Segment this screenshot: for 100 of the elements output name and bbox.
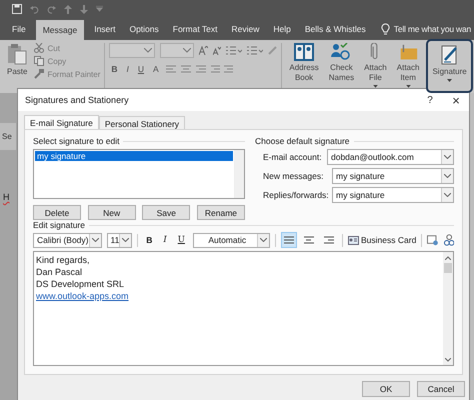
shrink-font-icon[interactable] — [213, 46, 222, 55]
dialog-button[interactable]: Rename — [196, 205, 245, 220]
scrollbar[interactable] — [443, 252, 453, 365]
chevron-icon — [92, 238, 98, 242]
down-arrow-icon[interactable] — [80, 4, 88, 14]
ribbon-tab[interactable]: Format Text — [166, 18, 224, 40]
ribbon-button[interactable]: Check Names — [326, 43, 358, 88]
dropdown-field[interactable]: my signature — [332, 187, 454, 203]
color-dropdown[interactable]: Automatic — [192, 232, 270, 248]
dialog-title: Signatures and Stationery — [25, 95, 129, 105]
ribbon-tab[interactable]: Message — [36, 20, 84, 40]
dialog-button[interactable]: Save — [142, 205, 190, 220]
ribbon-tab[interactable]: Insert — [87, 18, 122, 40]
group-title: Select signature to edit — [33, 136, 120, 146]
up-arrow-icon[interactable] — [64, 4, 72, 14]
align-right-icon — [324, 236, 334, 244]
ribbon-button[interactable]: Attach Item — [394, 43, 422, 88]
tell-me-field[interactable]: Tell me what you wan — [394, 18, 472, 40]
paperclip-icon — [370, 43, 380, 62]
align-left-icon[interactable] — [166, 65, 176, 73]
chevron-icon — [260, 238, 268, 242]
clipboard-icon — [7, 43, 28, 65]
chevron-icon — [444, 155, 451, 159]
redo-icon[interactable] — [47, 4, 56, 14]
insert-picture-icon[interactable] — [427, 234, 439, 246]
scroll-thumb[interactable] — [444, 263, 452, 273]
underline-button[interactable]: U — [174, 235, 188, 245]
dialog-button[interactable]: Delete — [33, 205, 81, 220]
ribbon-tab[interactable]: Review — [224, 18, 266, 40]
font-size-dropdown[interactable]: 11 — [106, 232, 132, 248]
ribbon-tab[interactable]: File — [5, 18, 33, 40]
chevron-icon — [122, 238, 130, 242]
align-left-icon — [284, 236, 294, 244]
italic-button[interactable]: I — [160, 235, 170, 245]
align-button[interactable] — [281, 232, 297, 248]
scroll-down-icon[interactable] — [445, 358, 451, 362]
address-book-icon — [294, 43, 314, 61]
chevron-icon — [444, 174, 451, 178]
signature-icon — [440, 45, 459, 65]
ribbon-tab[interactable]: Help — [266, 18, 298, 40]
chevron-icon — [444, 193, 451, 197]
font-dropdown[interactable] — [109, 43, 156, 58]
align-center-icon[interactable] — [180, 65, 191, 73]
align-center-icon — [304, 236, 314, 244]
group-title: Choose default signature — [255, 136, 350, 146]
font-size-dropdown[interactable] — [160, 43, 194, 58]
signature-editor[interactable]: Kind regards, Dan Pascal DS Development SRL www.outlook-apps.com — [33, 251, 454, 366]
close-button[interactable]: × — [443, 92, 469, 108]
underline-button[interactable]: U — [136, 64, 146, 74]
list-item[interactable]: my signature — [35, 151, 233, 161]
envelope-clip-icon — [398, 43, 418, 62]
scissors-icon — [34, 43, 44, 53]
hyperlink-icon[interactable] — [444, 234, 454, 246]
font-dropdown[interactable]: Calibri (Body) — [33, 232, 102, 248]
dialog-tab[interactable]: Personal Stationery — [98, 116, 186, 129]
align-right-icon[interactable] — [196, 65, 206, 73]
italic-button[interactable]: I — [124, 64, 131, 74]
field-label: Replies/forwards: — [263, 190, 329, 200]
message-text: H — [3, 192, 10, 202]
signature-line: Kind regards, — [36, 254, 90, 266]
bold-button[interactable]: B — [109, 64, 120, 74]
ribbon-button[interactable]: Signature — [426, 39, 473, 93]
help-button[interactable]: ? — [417, 94, 443, 106]
bullets-icon[interactable] — [226, 46, 242, 55]
ribbon-tab[interactable]: Options — [122, 18, 166, 40]
copy-icon — [34, 56, 44, 66]
signature-line: DS Development SRL — [36, 278, 124, 290]
paste-button[interactable]: Paste — [4, 43, 30, 88]
business-card-button[interactable]: Business Card — [348, 235, 416, 245]
grow-font-icon[interactable] — [199, 46, 208, 55]
indent-icon[interactable] — [210, 65, 233, 73]
dialog-button[interactable]: OK — [362, 381, 410, 397]
ribbon-button[interactable]: Attach File — [361, 43, 390, 88]
group-title: Edit signature — [33, 220, 85, 230]
brush-icon — [34, 69, 44, 79]
dialog-tab[interactable]: E-mail Signature — [24, 115, 99, 129]
signature-line: Dan Pascal — [36, 266, 82, 278]
send-button[interactable]: Se — [0, 123, 16, 150]
dropdown-field[interactable]: dobdan@outlook.com — [327, 149, 454, 165]
customize-icon[interactable] — [96, 6, 103, 12]
dialog-button[interactable]: New — [88, 205, 136, 220]
save-icon[interactable] — [12, 4, 22, 14]
field-label: New messages: — [263, 171, 324, 181]
dropdown-field[interactable]: my signature — [332, 168, 454, 184]
ribbon-button[interactable]: Address Book — [286, 43, 322, 88]
chevron-icon — [183, 48, 192, 53]
scroll-up-icon[interactable] — [445, 256, 451, 260]
dialog-button[interactable]: Cancel — [417, 381, 465, 397]
clear-format-icon[interactable] — [268, 46, 278, 55]
ribbon-tab[interactable]: Bells & Whistles — [298, 18, 373, 40]
scrollbar[interactable] — [234, 150, 244, 198]
field-label: E-mail account: — [263, 152, 323, 162]
lightbulb-icon[interactable] — [380, 23, 390, 35]
link[interactable]: www.outlook-apps.com — [36, 290, 129, 302]
people-check-icon — [331, 43, 352, 61]
bold-button[interactable]: B — [143, 235, 156, 245]
numbering-icon[interactable] — [247, 46, 264, 55]
chevron-icon — [144, 48, 152, 53]
undo-icon[interactable] — [30, 4, 39, 14]
font-color-button[interactable]: A — [151, 64, 161, 74]
